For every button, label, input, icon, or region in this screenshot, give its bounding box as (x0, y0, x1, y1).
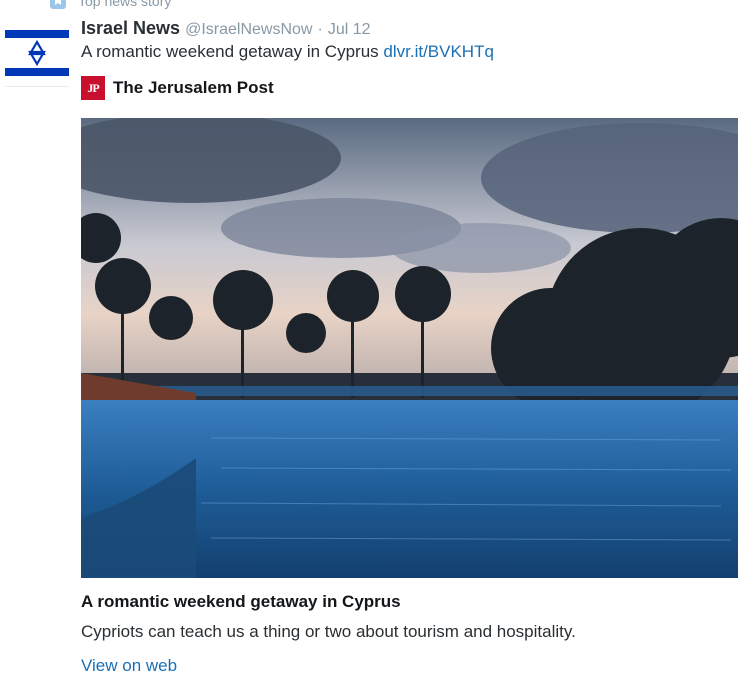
jerusalem-post-logo-icon: JP (81, 76, 105, 100)
news-badge-icon (50, 0, 66, 9)
tweet-actions (81, 690, 289, 700)
context-label: Top news story (78, 0, 172, 9)
tweet-date[interactable]: Jul 12 (328, 21, 371, 38)
more-icon[interactable] (273, 690, 289, 700)
view-on-web-link[interactable]: View on web (81, 656, 177, 676)
author-name[interactable]: Israel News (81, 18, 180, 38)
author-handle[interactable]: @IsraelNewsNow (185, 21, 312, 38)
card-description: Cypriots can teach us a thing or two abo… (81, 622, 576, 641)
top-news-context: Top news story (50, 0, 171, 10)
tweet-text: A romantic weekend getaway in Cyprus dlv… (81, 42, 494, 62)
card-source[interactable]: JP The Jerusalem Post (81, 76, 274, 100)
source-name: The Jerusalem Post (113, 78, 274, 97)
tweet-body: A romantic weekend getaway in Cyprus (81, 42, 379, 61)
pool-photo (81, 118, 738, 578)
card-image[interactable] (81, 118, 738, 578)
reply-icon[interactable] (81, 690, 97, 700)
separator: · (317, 21, 323, 38)
like-icon[interactable] (209, 690, 225, 700)
tweet-link[interactable]: dlvr.it/BVKHTq (383, 42, 494, 61)
retweet-icon[interactable] (145, 690, 161, 700)
tweet-header: Israel News @IsraelNewsNow · Jul 12 (81, 18, 371, 39)
avatar[interactable] (5, 22, 69, 87)
card-title[interactable]: A romantic weekend getaway in Cyprus (81, 592, 401, 612)
israel-flag-icon (5, 22, 69, 86)
